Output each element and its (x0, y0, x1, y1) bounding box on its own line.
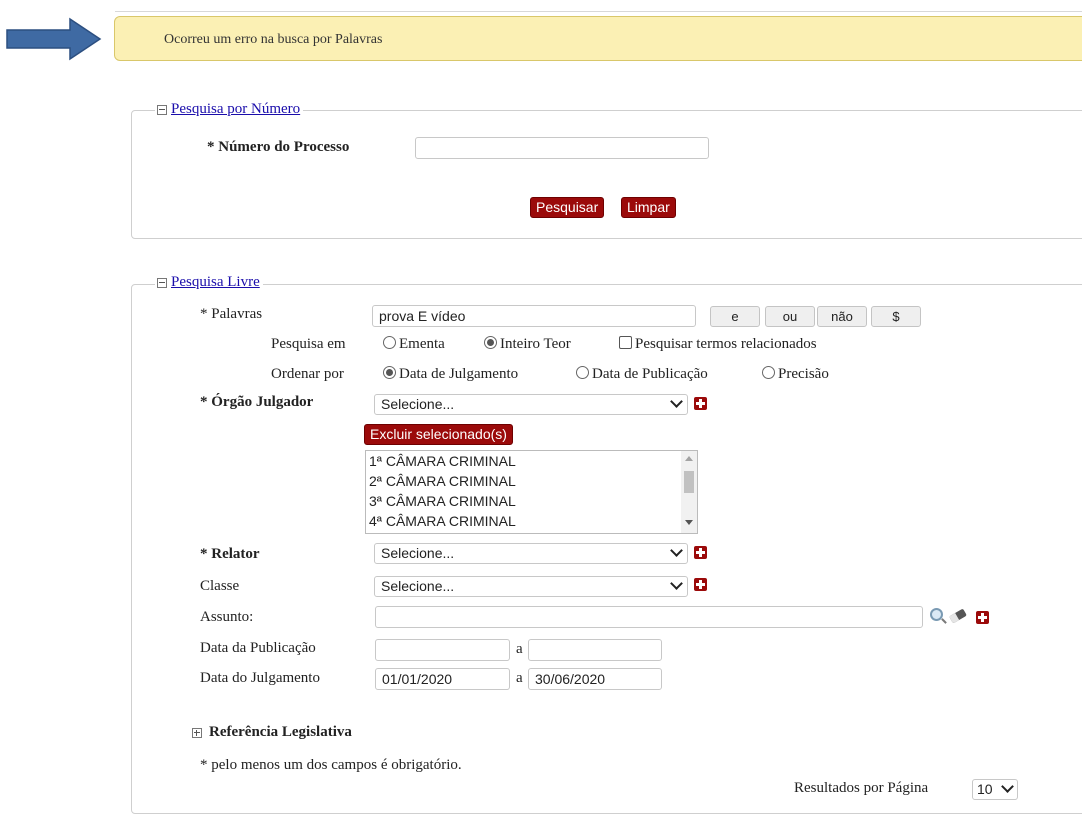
top-separator (115, 11, 1082, 12)
assunto-input[interactable] (375, 606, 923, 628)
collapse-icon[interactable] (157, 104, 167, 115)
scroll-up-icon[interactable] (685, 456, 693, 461)
radio-inteiro-teor[interactable]: Inteiro Teor (484, 336, 571, 353)
orgao-julgador-select[interactable]: Selecione... (374, 394, 688, 415)
numero-processo-label: * Número do Processo (207, 139, 350, 155)
operator-e-button[interactable]: e (710, 306, 760, 327)
operator-nao-button[interactable]: não (817, 306, 867, 327)
pesquisa-livre-link[interactable]: Pesquisa Livre (171, 274, 260, 291)
data-julgamento-from-input[interactable] (375, 668, 510, 690)
checkbox-termos-box[interactable] (619, 336, 632, 349)
radio-inteiro-teor-circle[interactable] (484, 336, 497, 349)
radio-ementa[interactable]: Ementa (383, 336, 445, 353)
legend-pesquisa-livre[interactable]: Pesquisa Livre (155, 274, 263, 291)
relator-label: * Relator (200, 546, 260, 562)
legend-pesquisa-numero[interactable]: Pesquisa por Número (155, 101, 304, 118)
scroll-down-icon[interactable] (685, 520, 693, 525)
radio-data-julgamento-circle[interactable] (383, 366, 396, 379)
palavras-label: * Palavras (200, 306, 263, 322)
add-relator-icon[interactable] (694, 546, 707, 559)
list-item[interactable]: 1ª CÂMARA CRIMINAL (366, 451, 697, 471)
list-item[interactable]: 2ª CÂMARA CRIMINAL (366, 471, 697, 491)
fieldset-pesquisa-numero (131, 110, 1082, 239)
radio-data-publicacao[interactable]: Data de Publicação (576, 366, 708, 383)
add-orgao-icon[interactable] (694, 397, 707, 410)
error-message: Ocorreu um erro na busca por Palavras (164, 32, 383, 47)
expand-icon[interactable] (192, 727, 202, 738)
pointer-arrow-icon (6, 17, 102, 61)
resultados-select[interactable]: 10 (972, 779, 1018, 800)
data-publicacao-sep: a (516, 641, 523, 657)
radio-data-publicacao-circle[interactable] (576, 366, 589, 379)
palavras-input[interactable] (372, 305, 696, 327)
operator-dollar-button[interactable]: $ (871, 306, 921, 327)
radio-precisao-circle[interactable] (762, 366, 775, 379)
obrigatorio-note: * pelo menos um dos campos é obrigatório… (200, 757, 462, 773)
radio-data-julgamento[interactable]: Data de Julgamento (383, 366, 518, 383)
scroll-thumb[interactable] (684, 471, 694, 493)
pesquisar-button[interactable]: Pesquisar (530, 197, 605, 218)
data-julgamento-sep: a (516, 670, 523, 686)
resultados-label: Resultados por Página (794, 780, 929, 796)
assunto-label: Assunto: (200, 609, 254, 625)
relator-select[interactable]: Selecione... (374, 543, 688, 564)
list-item[interactable]: 3ª CÂMARA CRIMINAL (366, 491, 697, 511)
orgao-julgador-label: * Órgão Julgador (200, 394, 314, 410)
chevron-down-icon (670, 395, 683, 408)
list-item[interactable]: 4ª CÂMARA CRIMINAL (366, 511, 697, 531)
referencia-legislativa-toggle[interactable]: Referência Legislativa (192, 724, 352, 741)
add-assunto-icon[interactable] (976, 611, 989, 624)
data-publicacao-from-input[interactable] (375, 639, 510, 661)
radio-ementa-circle[interactable] (383, 336, 396, 349)
search-icon[interactable] (930, 608, 943, 621)
operator-ou-button[interactable]: ou (765, 306, 815, 327)
chevron-down-icon (670, 544, 683, 557)
pesquisa-em-label: Pesquisa em (271, 336, 346, 352)
numero-processo-input[interactable] (415, 137, 709, 159)
orgao-julgador-list[interactable]: 1ª CÂMARA CRIMINAL 2ª CÂMARA CRIMINAL 3ª… (365, 450, 698, 534)
pesquisa-numero-link[interactable]: Pesquisa por Número (171, 101, 300, 118)
data-julgamento-label: Data do Julgamento (200, 670, 320, 686)
add-classe-icon[interactable] (694, 578, 707, 591)
classe-select[interactable]: Selecione... (374, 576, 688, 597)
classe-label: Classe (200, 578, 240, 594)
excluir-selecionados-button[interactable]: Excluir selecionado(s) (364, 424, 513, 445)
checkbox-termos-relacionados[interactable]: Pesquisar termos relacionados (619, 336, 817, 353)
radio-precisao[interactable]: Precisão (762, 366, 829, 383)
chevron-down-icon (1001, 780, 1014, 793)
data-publicacao-label: Data da Publicação (200, 640, 316, 656)
list-scrollbar[interactable] (681, 451, 697, 533)
chevron-down-icon (670, 577, 683, 590)
data-julgamento-to-input[interactable] (528, 668, 662, 690)
collapse-icon[interactable] (157, 277, 167, 288)
limpar-button[interactable]: Limpar (621, 197, 676, 218)
data-publicacao-to-input[interactable] (528, 639, 662, 661)
ordenar-por-label: Ordenar por (271, 366, 344, 382)
